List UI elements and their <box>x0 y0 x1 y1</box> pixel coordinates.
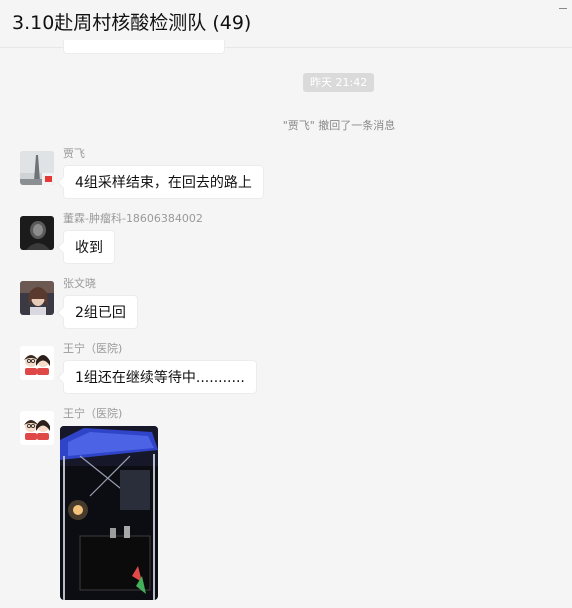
message-bubble[interactable]: 1组还在继续等待中........... <box>63 360 257 394</box>
sender-name: 董霖-肿瘤科-18606384002 <box>63 212 203 225</box>
sender-name: 王宁（医院) <box>63 407 123 420</box>
sender-name: 王宁（医院) <box>63 342 123 355</box>
cartoon-couple-avatar[interactable] <box>20 346 54 380</box>
cartoon-couple-avatar[interactable] <box>20 411 54 445</box>
minimize-icon[interactable] <box>558 4 568 14</box>
selfie-avatar[interactable] <box>20 281 54 315</box>
previous-message-bubble[interactable] <box>63 40 225 54</box>
sender-name: 贾飞 <box>63 147 85 160</box>
message-bubble[interactable]: 收到 <box>63 230 115 264</box>
dark-portrait-avatar[interactable] <box>20 216 54 250</box>
message-bubble[interactable]: 4组采样结束，在回去的路上 <box>63 165 264 199</box>
tower-photo-avatar[interactable] <box>20 151 54 185</box>
recall-notice: "贾飞" 撤回了一条消息 <box>282 119 396 132</box>
sender-name: 张文晓 <box>63 277 96 290</box>
message-bubble[interactable]: 2组已回 <box>63 295 138 329</box>
message-timestamp: 昨天 21:42 <box>303 73 375 92</box>
night-tent-photo[interactable] <box>60 426 158 600</box>
chat-title: 3.10赴周村核酸检测队 (49) <box>12 12 252 34</box>
